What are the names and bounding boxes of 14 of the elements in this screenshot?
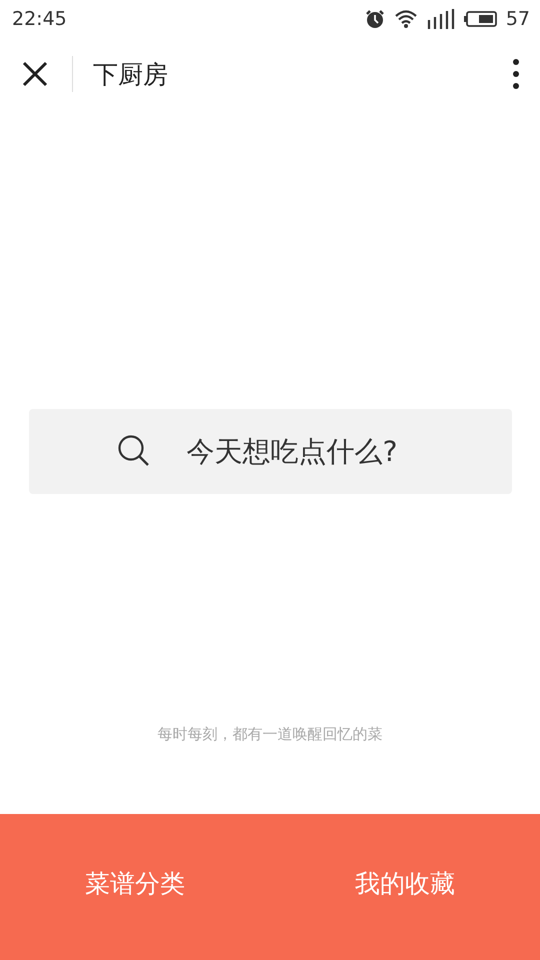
search-icon — [116, 434, 150, 468]
battery-level: 57 — [506, 8, 530, 30]
search-field[interactable]: 今天想吃点什么? — [28, 409, 512, 494]
close-icon[interactable] — [22, 61, 48, 87]
more-menu-icon[interactable] — [512, 59, 520, 89]
tagline: 每时每刻，都有一道唤醒回忆的菜 — [158, 725, 382, 744]
wifi-icon — [394, 9, 418, 29]
alarm-clock-icon — [364, 9, 386, 29]
clock-time: 22:45 — [12, 8, 67, 30]
battery-icon — [464, 10, 498, 28]
page-title: 下厨房 — [93, 58, 169, 90]
signal-icon — [426, 8, 456, 30]
bottom-tab[interactable]: 菜谱分类 — [0, 814, 270, 960]
bottom-tab[interactable]: 我的收藏 — [270, 814, 540, 960]
